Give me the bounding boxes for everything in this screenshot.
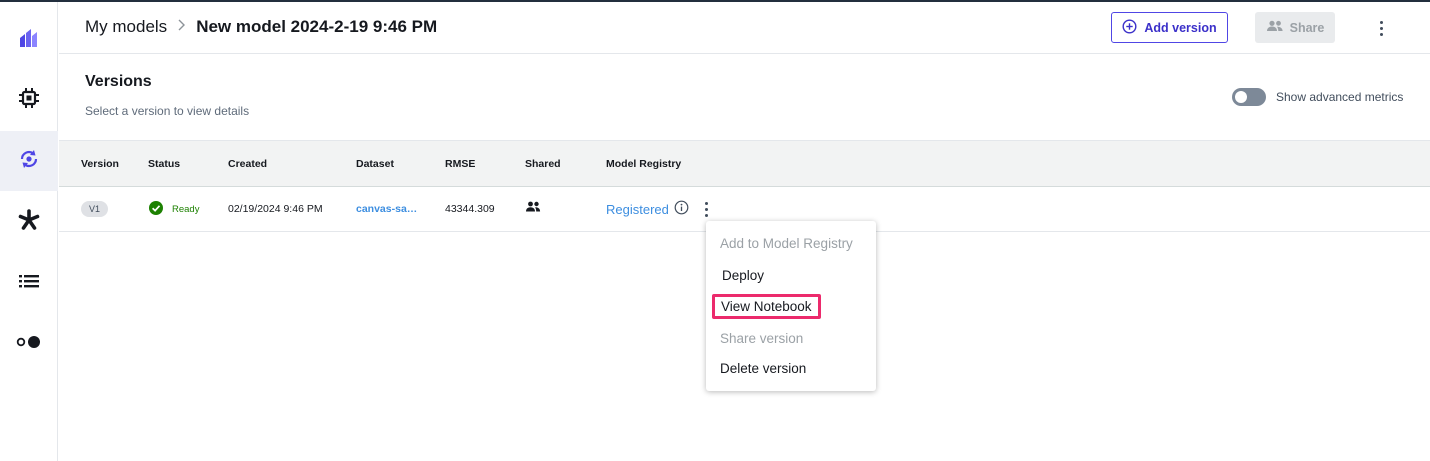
row-actions-menu: Add to Model Registry Deploy View Notebo… [706, 221, 876, 391]
sidebar-item-ml-ops[interactable] [0, 192, 58, 252]
advanced-metrics-label: Show advanced metrics [1276, 90, 1404, 104]
created-cell: 02/19/2024 9:46 PM [228, 203, 323, 215]
menu-item-deploy[interactable]: Deploy [722, 268, 764, 283]
registered-link[interactable]: Registered [606, 202, 669, 217]
dataset-link[interactable]: canvas-sa… [356, 203, 417, 215]
users-icon [1266, 20, 1284, 35]
sidebar [0, 2, 58, 461]
kebab-icon [704, 200, 708, 218]
model-registry-status: Registered [606, 200, 689, 218]
versions-subtitle: Select a version to view details [85, 104, 250, 118]
breadcrumb: My models New model 2024-2-19 9:46 PM [85, 17, 437, 37]
sidebar-item-list[interactable] [0, 253, 58, 313]
column-header-version: Version [81, 158, 119, 170]
advanced-metrics-toggle[interactable] [1232, 88, 1266, 106]
row-actions-button[interactable] [700, 199, 712, 219]
info-icon[interactable] [674, 200, 689, 218]
table-header: Version Status Created Dataset RMSE Shar… [59, 140, 1430, 187]
chevron-right-icon [177, 18, 186, 36]
sidebar-item-compute[interactable] [0, 70, 58, 130]
status-ready: Ready [149, 201, 199, 218]
kebab-icon [1379, 19, 1383, 37]
menu-item-share-version[interactable]: Share version [720, 331, 803, 346]
versions-title: Versions [85, 73, 152, 90]
page-title: New model 2024-2-19 9:46 PM [196, 17, 438, 36]
column-header-created: Created [228, 158, 268, 170]
sidebar-item-home[interactable] [0, 10, 58, 70]
sidebar-item-settings[interactable] [0, 314, 58, 374]
check-circle-icon [149, 201, 163, 218]
canvas-logo-icon [18, 27, 40, 54]
shared-users-icon [525, 201, 541, 215]
main-content: My models New model 2024-2-19 9:46 PM Ad… [59, 2, 1430, 461]
column-header-status: Status [148, 158, 181, 170]
share-button[interactable]: Share [1255, 12, 1335, 43]
column-header-shared: Shared [525, 158, 561, 170]
sidebar-item-models[interactable] [0, 131, 58, 191]
plus-circle-icon [1122, 18, 1137, 37]
rmse-cell: 43344.309 [445, 203, 495, 215]
column-header-model-registry: Model Registry [606, 158, 682, 170]
chip-icon [18, 87, 40, 114]
status-label: Ready [172, 204, 200, 215]
models-icon [17, 147, 41, 176]
add-version-button[interactable]: Add version [1111, 12, 1228, 43]
toggle-dots-icon [15, 334, 43, 355]
column-header-dataset: Dataset [356, 158, 394, 170]
versions-section: Versions Select a version to view detail… [59, 54, 1430, 140]
list-icon [18, 272, 40, 295]
menu-item-view-notebook[interactable]: View Notebook [712, 294, 821, 319]
add-version-label: Add version [1144, 20, 1217, 35]
more-options-button[interactable] [1371, 16, 1391, 40]
breadcrumb-my-models[interactable]: My models [85, 17, 167, 37]
menu-item-delete-version[interactable]: Delete version [720, 361, 806, 376]
flower-icon [17, 208, 41, 237]
column-header-rmse: RMSE [445, 158, 476, 170]
version-badge: V1 [81, 201, 108, 217]
menu-item-add-to-model-registry[interactable]: Add to Model Registry [720, 236, 853, 251]
share-label: Share [1289, 20, 1325, 35]
page-header: My models New model 2024-2-19 9:46 PM Ad… [59, 2, 1430, 54]
